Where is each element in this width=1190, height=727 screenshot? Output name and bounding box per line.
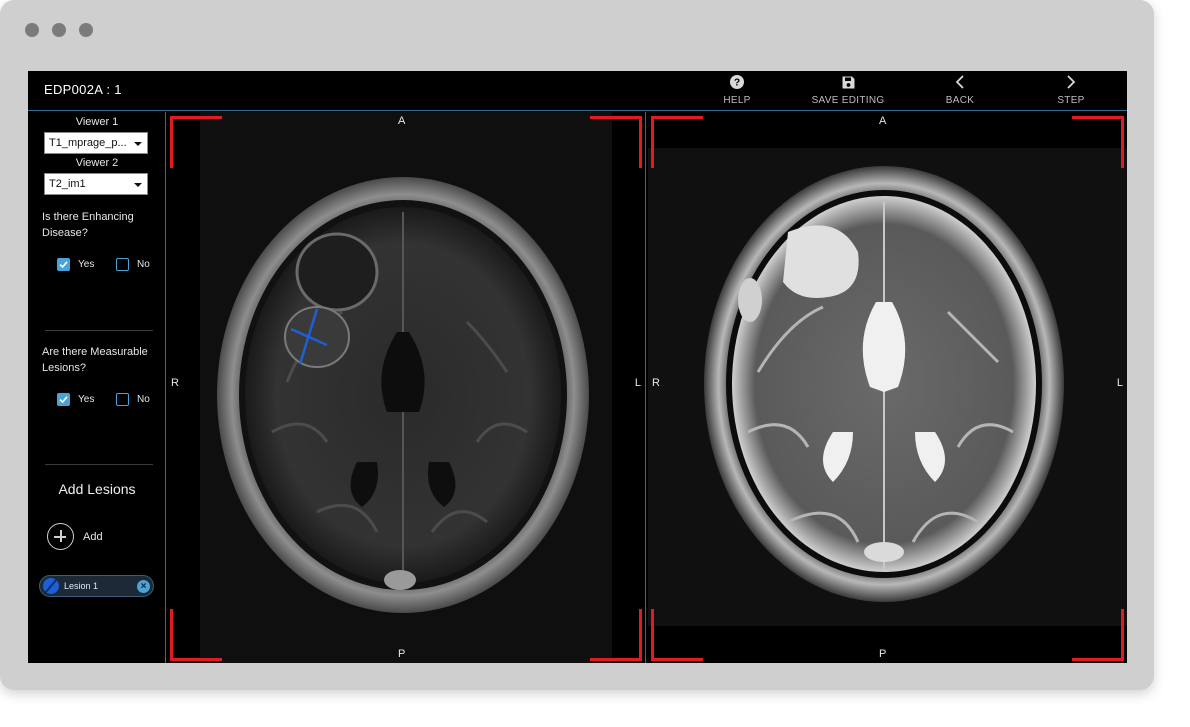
window-dot-minimize[interactable] xyxy=(52,23,66,37)
window-dot-close[interactable] xyxy=(25,23,39,37)
enhancing-yes-checkbox[interactable]: Yes xyxy=(57,258,94,271)
viewer2-select[interactable]: T2_im1 xyxy=(44,173,148,195)
checkbox-checked-icon xyxy=(57,393,70,406)
help-label: HELP xyxy=(723,95,751,106)
measurable-yes-checkbox[interactable]: Yes xyxy=(57,393,94,406)
chevron-right-icon xyxy=(1066,71,1076,93)
save-editing-button[interactable]: SAVE EDITING xyxy=(810,71,886,111)
enhancing-yes-label: Yes xyxy=(78,259,95,270)
chevron-down-icon xyxy=(134,183,142,187)
lesion-marker-icon xyxy=(43,578,59,594)
t1-mri-image[interactable] xyxy=(167,112,646,663)
viewer-2[interactable]: A P R L xyxy=(648,112,1127,663)
measurable-yes-label: Yes xyxy=(78,394,95,405)
add-lesions-title: Add Lesions xyxy=(58,481,136,497)
orientation-posterior: P xyxy=(879,648,887,660)
save-editing-label: SAVE EDITING xyxy=(811,95,885,106)
enhancing-question: Is there Enhancing Disease? xyxy=(42,211,134,239)
back-button[interactable]: BACK xyxy=(941,71,979,111)
sidebar-divider xyxy=(45,464,153,465)
lesion-label: Lesion 1 xyxy=(64,581,99,591)
plus-circle-icon xyxy=(47,523,74,550)
checkbox-empty-icon xyxy=(116,393,129,406)
study-title: EDP002A : 1 xyxy=(44,82,122,97)
viewer1-selected-value: T1_mprage_p... xyxy=(49,137,127,149)
enhancing-no-label: No xyxy=(137,259,150,270)
orientation-left: L xyxy=(1116,377,1123,389)
frame-corner-marker xyxy=(651,609,703,661)
frame-corner-marker xyxy=(1072,116,1124,168)
viewer2-selected-value: T2_im1 xyxy=(49,178,86,190)
orientation-anterior: A xyxy=(879,115,887,127)
app-frame: EDP002A : 1 ? HELP SAVE EDITING BACK STE… xyxy=(28,71,1127,663)
frame-corner-marker xyxy=(1072,609,1124,661)
enhancing-no-checkbox[interactable]: No xyxy=(116,258,150,271)
sidebar-divider xyxy=(45,330,153,331)
orientation-anterior: A xyxy=(398,115,406,127)
frame-corner-marker xyxy=(590,116,642,168)
measurable-question: Are there Measurable Lesions? xyxy=(42,346,148,374)
sidebar: Viewer 1 T1_mprage_p... Viewer 2 T2_im1 … xyxy=(28,112,166,663)
step-button[interactable]: STEP xyxy=(1054,71,1088,111)
step-label: STEP xyxy=(1057,95,1085,106)
checkbox-empty-icon xyxy=(116,258,129,271)
help-icon: ? xyxy=(730,71,744,93)
add-lesion-label: Add xyxy=(83,530,103,543)
viewer1-select[interactable]: T1_mprage_p... xyxy=(44,132,148,154)
top-bar: EDP002A : 1 ? HELP SAVE EDITING BACK STE… xyxy=(28,71,1127,111)
window-controls xyxy=(25,23,93,37)
t2-mri-image[interactable] xyxy=(648,112,1127,663)
frame-corner-marker xyxy=(170,116,222,168)
viewer2-label: Viewer 2 xyxy=(75,157,119,169)
orientation-left: L xyxy=(634,377,641,389)
frame-corner-marker xyxy=(590,609,642,661)
orientation-posterior: P xyxy=(398,648,406,660)
app-window: EDP002A : 1 ? HELP SAVE EDITING BACK STE… xyxy=(0,0,1154,690)
add-lesion-button[interactable]: Add xyxy=(47,523,103,550)
viewer1-label: Viewer 1 xyxy=(75,116,119,128)
checkbox-checked-icon xyxy=(57,258,70,271)
orientation-right: R xyxy=(652,377,660,389)
frame-corner-marker xyxy=(651,116,703,168)
window-dot-maximize[interactable] xyxy=(79,23,93,37)
measurable-no-label: No xyxy=(137,394,150,405)
back-label: BACK xyxy=(945,95,975,106)
chevron-down-icon xyxy=(134,142,142,146)
svg-text:?: ? xyxy=(734,78,740,89)
chevron-left-icon xyxy=(955,71,965,93)
measurable-no-checkbox[interactable]: No xyxy=(116,393,150,406)
remove-lesion-icon[interactable]: × xyxy=(137,579,150,593)
viewer-1[interactable]: A P R L xyxy=(167,112,646,663)
help-button[interactable]: ? HELP xyxy=(714,71,760,111)
frame-corner-marker xyxy=(170,609,222,661)
orientation-right: R xyxy=(171,377,179,389)
lesion-chip[interactable]: Lesion 1 × xyxy=(39,575,154,597)
save-icon xyxy=(842,71,855,93)
